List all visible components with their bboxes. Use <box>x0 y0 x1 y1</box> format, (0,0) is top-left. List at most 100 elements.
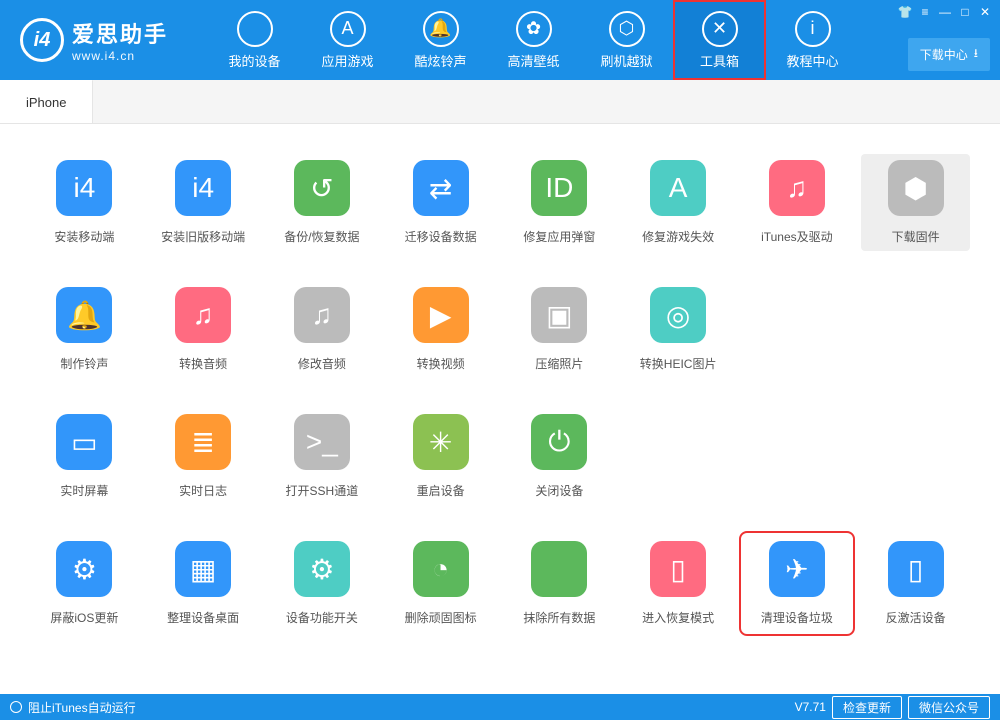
nav-3[interactable]: ✿ 高清壁纸 <box>487 0 580 80</box>
app-logo: i4 爱思助手 www.i4.cn <box>20 17 168 63</box>
tool-label: 设备功能开关 <box>286 609 358 626</box>
check-update-button[interactable]: 检查更新 <box>832 696 902 719</box>
tool-icon <box>531 541 587 597</box>
tool-label: 转换音频 <box>179 355 227 372</box>
nav-icon: i <box>795 11 831 47</box>
skin-icon[interactable]: 👕 <box>896 4 914 20</box>
tool-icon: ♫ <box>175 287 231 343</box>
tool-0[interactable]: i4安装移动端 <box>30 154 139 251</box>
close-button[interactable]: ✕ <box>976 4 994 20</box>
download-center-button[interactable]: 下载中心 ⭳ <box>908 38 990 71</box>
tool-25[interactable]: ▦整理设备桌面 <box>149 535 258 632</box>
tool-label: 反激活设备 <box>886 609 946 626</box>
tool-label: iTunes及驱动 <box>761 228 833 245</box>
tool-label: 备份/恢复数据 <box>284 228 359 245</box>
tool-29[interactable]: ▯进入恢复模式 <box>624 535 733 632</box>
tool-icon: ◔ <box>413 541 469 597</box>
menu-icon[interactable]: ≡ <box>916 4 934 20</box>
tool-icon: ▦ <box>175 541 231 597</box>
tools-panel: i4安装移动端 i4 安装旧版移动端 ↺备份/恢复数据⇄迁移设备数据 ID 修复应用弹窗 A… <box>0 124 1000 694</box>
tool-label: 转换HEIC图片 <box>640 355 717 372</box>
tool-30[interactable]: ✈ 清理设备垃圾 <box>743 535 852 632</box>
tool-icon: ▯ <box>650 541 706 597</box>
tool-26[interactable]: ⚙ 设备功能开关 <box>268 535 377 632</box>
tool-label: 迁移设备数据 <box>405 228 477 245</box>
nav-icon: A <box>330 11 366 47</box>
tool-icon: ▯ <box>888 541 944 597</box>
tab-iphone[interactable]: iPhone <box>0 79 93 123</box>
nav-icon: ✿ <box>516 11 552 47</box>
nav-icon: ✕ <box>702 11 738 47</box>
tool-label: 实时日志 <box>179 482 227 499</box>
tool-label: 清理设备垃圾 <box>761 609 833 626</box>
tool-24[interactable]: ⚙屏蔽iOS更新 <box>30 535 139 632</box>
tool-1[interactable]: i4 安装旧版移动端 <box>149 154 258 251</box>
tool-label: 安装移动端 <box>54 228 114 245</box>
nav-4[interactable]: ⬡刷机越狱 <box>580 0 673 80</box>
tool-31[interactable]: ▯ 反激活设备 <box>861 535 970 632</box>
tool-label: 修复应用弹窗 <box>523 228 595 245</box>
block-itunes-toggle[interactable]: 阻止iTunes自动运行 <box>28 699 136 716</box>
tool-12[interactable]: ▣压缩照片 <box>505 281 614 378</box>
tool-icon: ▭ <box>56 414 112 470</box>
tool-icon: ◎ <box>650 287 706 343</box>
tool-10[interactable]: ♫修改音频 <box>268 281 377 378</box>
tool-icon: ♫ <box>769 160 825 216</box>
tool-16[interactable]: ▭实时屏幕 <box>30 408 139 505</box>
window-controls: 👕 ≡ — □ ✕ <box>896 4 994 20</box>
maximize-button[interactable]: □ <box>956 4 974 20</box>
tool-13[interactable]: ◎ 转换HEIC图片 <box>624 281 733 378</box>
download-icon: ⭳ <box>974 44 978 65</box>
nav-2[interactable]: 🔔酷炫铃声 <box>394 0 487 80</box>
tool-icon: ✈ <box>769 541 825 597</box>
tool-label: 关闭设备 <box>535 482 583 499</box>
tool-icon: 🔔 <box>56 287 112 343</box>
tool-4[interactable]: ID 修复应用弹窗 <box>505 154 614 251</box>
nav-0[interactable]: 我的设备 <box>208 0 301 80</box>
tool-icon: ⚙ <box>294 541 350 597</box>
tool-3[interactable]: ⇄迁移设备数据 <box>386 154 495 251</box>
tool-6[interactable]: ♫ iTunes及驱动 <box>743 154 852 251</box>
tool-28[interactable]: 抹除所有数据 <box>505 535 614 632</box>
minimize-button[interactable]: — <box>936 4 954 20</box>
tool-17[interactable]: ≣实时日志 <box>149 408 258 505</box>
app-header: i4 爱思助手 www.i4.cn 我的设备 A 应用游戏 🔔酷炫铃声 ✿ 高清壁纸 ⬡刷机… <box>0 0 1000 80</box>
tool-11[interactable]: ▶转换视频 <box>386 281 495 378</box>
nav-icon <box>237 11 273 47</box>
nav-label: 应用游戏 <box>322 51 374 70</box>
tool-2[interactable]: ↺备份/恢复数据 <box>268 154 377 251</box>
nav-5[interactable]: ✕工具箱 <box>673 0 766 80</box>
nav-label: 我的设备 <box>229 51 281 70</box>
download-center-label: 下载中心 <box>920 46 968 63</box>
tool-20[interactable]: ⏻关闭设备 <box>505 408 614 505</box>
tool-icon: i4 <box>175 160 231 216</box>
tool-icon: ▶ <box>413 287 469 343</box>
nav-label: 高清壁纸 <box>508 51 560 70</box>
tool-19[interactable]: ✳重启设备 <box>386 408 495 505</box>
tool-icon: A <box>650 160 706 216</box>
tool-18[interactable]: >_ 打开SSH通道 <box>268 408 377 505</box>
tool-label: 修改音频 <box>298 355 346 372</box>
tool-8[interactable]: 🔔制作铃声 <box>30 281 139 378</box>
tool-icon: ⬢ <box>888 160 944 216</box>
nav-1[interactable]: A 应用游戏 <box>301 0 394 80</box>
tool-7[interactable]: ⬢ 下载固件 <box>861 154 970 251</box>
tool-label: 抹除所有数据 <box>523 609 595 626</box>
status-bar: 阻止iTunes自动运行 V7.71 检查更新 微信公众号 <box>0 694 1000 720</box>
tool-icon: ID <box>531 160 587 216</box>
logo-badge-icon: i4 <box>20 18 64 62</box>
tool-label: 修复游戏失效 <box>642 228 714 245</box>
tool-9[interactable]: ♫ 转换音频 <box>149 281 258 378</box>
tool-label: 打开SSH通道 <box>286 482 359 499</box>
nav-6[interactable]: i教程中心 <box>766 0 859 80</box>
tool-label: 安装旧版移动端 <box>161 228 245 245</box>
tool-27[interactable]: ◔ 删除顽固图标 <box>386 535 495 632</box>
tool-label: 压缩照片 <box>535 355 583 372</box>
nav-icon: 🔔 <box>423 11 459 47</box>
tool-label: 屏蔽iOS更新 <box>50 609 118 626</box>
tool-label: 下载固件 <box>892 228 940 245</box>
tool-icon: >_ <box>294 414 350 470</box>
wechat-button[interactable]: 微信公众号 <box>908 696 990 719</box>
tool-5[interactable]: A 修复游戏失效 <box>624 154 733 251</box>
tool-label: 删除顽固图标 <box>405 609 477 626</box>
